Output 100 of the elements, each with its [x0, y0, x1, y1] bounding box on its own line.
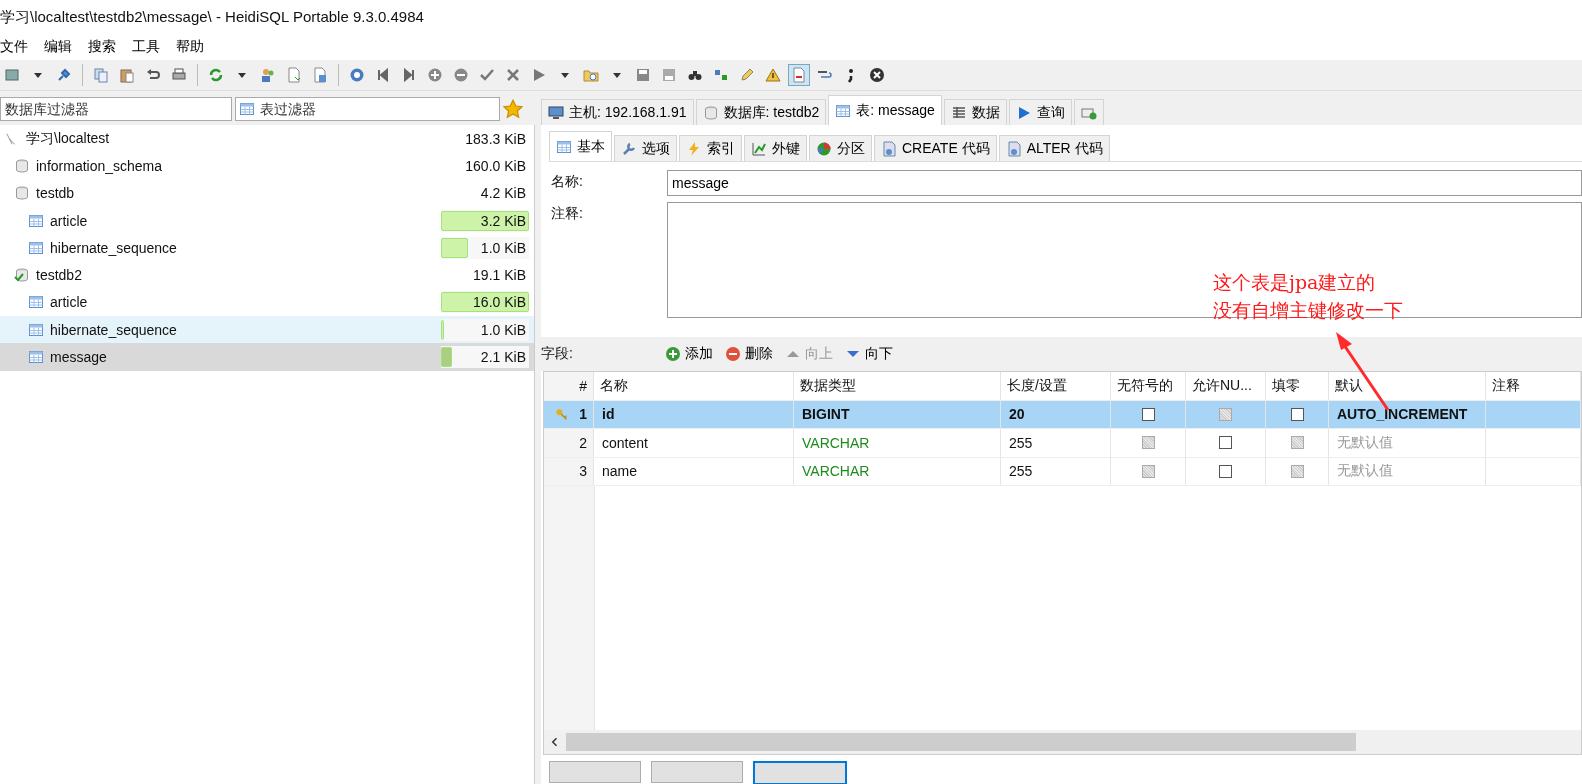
dialog-button[interactable] [753, 761, 847, 784]
tab[interactable]: 数据库: testdb2 [695, 99, 827, 125]
play-icon-glyph [531, 67, 547, 83]
name-field[interactable]: message [667, 170, 1582, 196]
hex-document-icon[interactable] [789, 65, 809, 85]
menu-item[interactable]: 搜索 [80, 38, 124, 56]
row-number: 1 [579, 406, 587, 423]
tab[interactable]: 分区 [809, 135, 872, 161]
table-cell: VARCHAR [802, 463, 870, 480]
tab[interactable]: 查询 [1008, 99, 1072, 125]
column-header[interactable]: 无符号的 [1111, 372, 1186, 400]
column-header[interactable]: 长度/设置 [1001, 372, 1111, 400]
size-label: 183.3 KiB [465, 130, 527, 147]
checkmark-icon-glyph [479, 67, 495, 83]
plug-icon-glyph [56, 67, 72, 83]
chart-icon [751, 140, 767, 157]
tab[interactable]: 主机: 192.168.1.91 [541, 99, 694, 125]
table-icon [835, 102, 852, 119]
tab[interactable]: 基本 [549, 131, 612, 161]
column-header[interactable]: 默认 [1329, 372, 1486, 400]
script-icon [881, 140, 897, 157]
column-header[interactable]: 填零 [1266, 372, 1329, 400]
table-cell: BIGINT [802, 406, 850, 423]
checkbox[interactable] [1219, 464, 1232, 478]
fields-label: 字段: [541, 345, 574, 363]
database-icon [14, 185, 30, 202]
grid-row[interactable]: 1 id BIGINT 20 AUTO_INCREMENT [544, 400, 1581, 429]
column-header[interactable]: 允许NU... [1186, 372, 1266, 400]
checkbox[interactable] [1290, 407, 1304, 421]
checkbox[interactable] [1141, 407, 1155, 421]
minus-circle-icon-glyph [453, 67, 469, 83]
database-filter-field[interactable]: 数据库过滤器 [0, 97, 232, 121]
users-icon-glyph [260, 67, 276, 83]
table-icon [28, 212, 44, 229]
folder-search-icon-glyph [583, 67, 599, 83]
tree-item[interactable]: 学习\localtest 183.3 KiB [0, 125, 534, 153]
row-number: 2 [579, 434, 587, 451]
table-tree-item[interactable]: hibernate_sequence 1.0 KiB [0, 234, 534, 262]
tab[interactable]: 外键 [744, 135, 807, 161]
document-icon-glyph [312, 67, 328, 83]
tab[interactable]: 选项 [614, 135, 677, 161]
comment-field[interactable] [667, 202, 1582, 318]
database-check-icon [14, 267, 30, 284]
pencil-icon-glyph [739, 67, 755, 83]
table-cell: name [602, 463, 638, 480]
field-label: 注释: [550, 204, 584, 223]
table-tree-item[interactable]: article 3.2 KiB [0, 206, 534, 235]
script-icon [1005, 140, 1022, 157]
copy-icon[interactable] [91, 65, 111, 85]
column-header[interactable]: 名称 [594, 372, 794, 400]
tab[interactable]: 表: message [828, 95, 942, 125]
column-header[interactable]: 数据类型 [794, 372, 1001, 400]
replace-icon-glyph [713, 67, 729, 83]
menu-item[interactable]: 文件 [0, 38, 36, 56]
new-query-tab[interactable] [1073, 99, 1104, 125]
horizontal-scrollbar[interactable] [544, 730, 1581, 754]
grid-row[interactable]: 3 name VARCHAR 255 无默认值 [544, 457, 1581, 486]
printer-icon-glyph [171, 67, 187, 83]
tab[interactable]: CREATE 代码 [874, 135, 997, 161]
document-icon-glyph [286, 67, 302, 83]
field-action-button[interactable]: 向下 [845, 345, 893, 363]
table-tree-item[interactable]: message 2.1 KiB [0, 343, 534, 371]
table-icon [28, 294, 44, 311]
tree-item[interactable]: testdb2 19.1 KiB [0, 261, 534, 289]
table-cell: 20 [1009, 406, 1025, 423]
menu-item[interactable]: 工具 [124, 38, 168, 56]
table-tree-item[interactable]: article 16.0 KiB [0, 288, 534, 317]
field-action-button[interactable]: 添加 [665, 345, 713, 363]
refresh-icon-glyph [208, 67, 224, 83]
tab[interactable]: ALTER 代码 [998, 135, 1110, 161]
menu-item[interactable]: 编辑 [36, 38, 80, 56]
floppy-disk-icon-glyph [661, 67, 677, 83]
table-cell: 255 [1009, 434, 1033, 451]
tab[interactable]: 索引 [679, 135, 742, 161]
tab[interactable]: 数据 [943, 99, 1007, 125]
stop-icon[interactable] [867, 65, 887, 85]
table-tree-item[interactable]: hibernate_sequence 1.0 KiB [0, 316, 534, 344]
database-icon [702, 104, 719, 121]
table-filter-field[interactable]: 表过滤器 [235, 97, 500, 121]
warning-icon-glyph [765, 67, 781, 83]
checkbox[interactable] [1219, 436, 1232, 450]
column-header[interactable]: # [544, 372, 594, 400]
grid-row[interactable]: 2 content VARCHAR 255 无默认值 [544, 429, 1581, 458]
column-header[interactable]: 注释 [1486, 372, 1581, 400]
minus-circle-icon [725, 346, 741, 362]
star-icon[interactable] [503, 99, 523, 119]
first-icon-glyph [375, 67, 391, 83]
size-label: 4.2 KiB [480, 185, 527, 202]
lightning-icon [686, 140, 702, 157]
floppy-disk-icon-glyph [635, 67, 651, 83]
tree-item[interactable]: information_schema 160.0 KiB [0, 152, 534, 180]
table-cell: 无默认值 [1337, 462, 1393, 481]
size-label: 16.0 KiB [473, 294, 527, 311]
table-icon [28, 349, 44, 365]
tree-item[interactable]: testdb 4.2 KiB [0, 179, 534, 207]
field-action-button[interactable]: 删除 [725, 345, 773, 363]
key-icon [555, 407, 570, 422]
menu-item[interactable]: 帮助 [168, 38, 212, 56]
table-cell: 255 [1009, 463, 1033, 480]
table-cell: content [602, 434, 648, 451]
